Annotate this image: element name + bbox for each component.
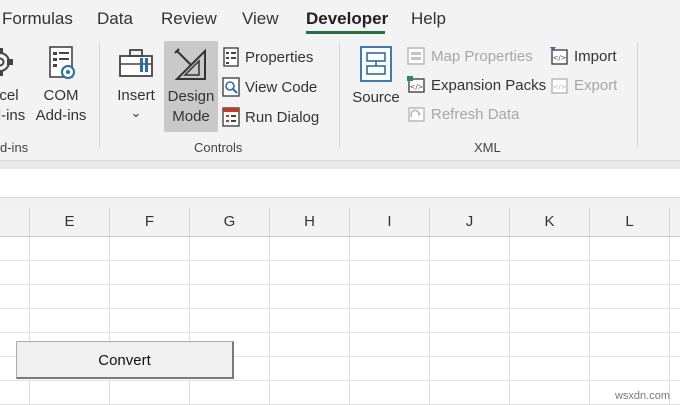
formula-bar-gap [0, 198, 680, 208]
tab-help[interactable]: Help [411, 9, 446, 29]
group-separator [99, 42, 100, 148]
expansion-packs-label: Expansion Packs [431, 76, 547, 94]
export-label: Export [574, 76, 618, 94]
properties-label: Properties [245, 48, 314, 66]
ribbon-shadow [0, 161, 680, 169]
expansion-packs-button[interactable]: </> Expansion Packs [406, 73, 546, 97]
export-icon: </> [551, 78, 568, 94]
column-header-l[interactable]: L [590, 208, 670, 236]
run-dialog-label: Run Dialog [245, 108, 320, 126]
group-separator [339, 42, 340, 148]
insert-control-button[interactable]: Insert ⌄ [110, 44, 162, 120]
map-properties-button[interactable]: Map Properties [406, 44, 533, 68]
chevron-down-icon: ⌄ [130, 105, 142, 120]
tab-formulas[interactable]: Formulas [2, 9, 73, 29]
formula-bar[interactable] [0, 169, 680, 198]
grid-line [0, 308, 680, 309]
tab-view[interactable]: View [242, 9, 279, 29]
column-header-f[interactable]: F [110, 208, 190, 236]
grid-line [0, 284, 680, 285]
svg-text:</>: </> [409, 83, 423, 91]
insert-label: Insert [117, 87, 155, 104]
xml-group-label: XML [474, 140, 501, 155]
tab-review[interactable]: Review [161, 9, 217, 29]
view-code-label: View Code [245, 78, 318, 96]
refresh-data-button[interactable]: Refresh Data [406, 102, 519, 126]
map-properties-label: Map Properties [431, 47, 533, 65]
tab-developer[interactable]: Developer [306, 9, 388, 29]
design-mode-icon [174, 48, 206, 80]
gear-icon [0, 48, 13, 76]
com-addins-label-2: Add-ins [35, 107, 87, 124]
column-header-row: E F G H I J K L [0, 208, 680, 237]
column-header-i[interactable]: I [350, 208, 430, 236]
expansion-packs-icon: </> [407, 76, 425, 93]
ribbon-tab-bar: Formulas Data Review View Developer Help [0, 0, 680, 36]
addins-group-label: d-ins [0, 140, 29, 155]
xml-source-icon [360, 46, 392, 82]
import-button[interactable]: </> Import [549, 44, 617, 68]
excel-addins-label-1: cel [0, 87, 19, 104]
design-mode-label-2: Mode [172, 108, 210, 125]
view-code-icon [222, 77, 240, 97]
column-header-h[interactable]: H [270, 208, 350, 236]
column-header-j[interactable]: J [430, 208, 510, 236]
import-icon: </> [550, 47, 568, 65]
svg-text:</>: </> [552, 54, 566, 62]
design-mode-button[interactable]: Design Mode [164, 41, 218, 132]
grid-line [0, 332, 680, 333]
source-label: Source [352, 89, 400, 106]
group-separator [637, 42, 638, 148]
convert-button[interactable]: Convert [16, 341, 234, 379]
com-addins-label-1: COM [43, 87, 79, 104]
watermark: wsxdn.com [614, 390, 670, 402]
export-button[interactable]: </> Export [549, 73, 617, 97]
design-mode-label-1: Design [167, 88, 215, 105]
properties-icon [223, 47, 239, 67]
properties-button[interactable]: Properties [222, 45, 313, 69]
cell-grid[interactable] [0, 237, 680, 405]
active-tab-indicator [306, 31, 385, 34]
import-label: Import [574, 47, 617, 65]
view-code-button[interactable]: View Code [222, 75, 317, 99]
com-addins-button[interactable]: COM Add-ins [32, 44, 90, 126]
controls-group-label: Controls [194, 140, 243, 155]
com-addins-icon [49, 46, 75, 79]
tab-data[interactable]: Data [97, 9, 133, 29]
refresh-data-icon [408, 107, 425, 122]
toolbox-icon [119, 49, 153, 77]
column-header-e[interactable]: E [30, 208, 110, 236]
grid-line [0, 380, 680, 381]
source-button[interactable]: Source [350, 44, 402, 108]
column-header-partial[interactable] [0, 208, 30, 236]
grid-line [0, 260, 680, 261]
svg-text:</>: </> [552, 83, 566, 91]
excel-addins-label-2: d-ins [0, 107, 26, 124]
excel-addins-button[interactable]: cel d-ins [0, 44, 26, 126]
column-header-k[interactable]: K [510, 208, 590, 236]
map-properties-icon [407, 47, 425, 65]
column-header-g[interactable]: G [190, 208, 270, 236]
run-dialog-button[interactable]: Run Dialog [222, 105, 319, 129]
run-dialog-icon [222, 107, 240, 127]
ribbon: cel d-ins COM Add-ins d-ins Insert ⌄ [0, 36, 680, 161]
refresh-data-label: Refresh Data [431, 105, 520, 123]
